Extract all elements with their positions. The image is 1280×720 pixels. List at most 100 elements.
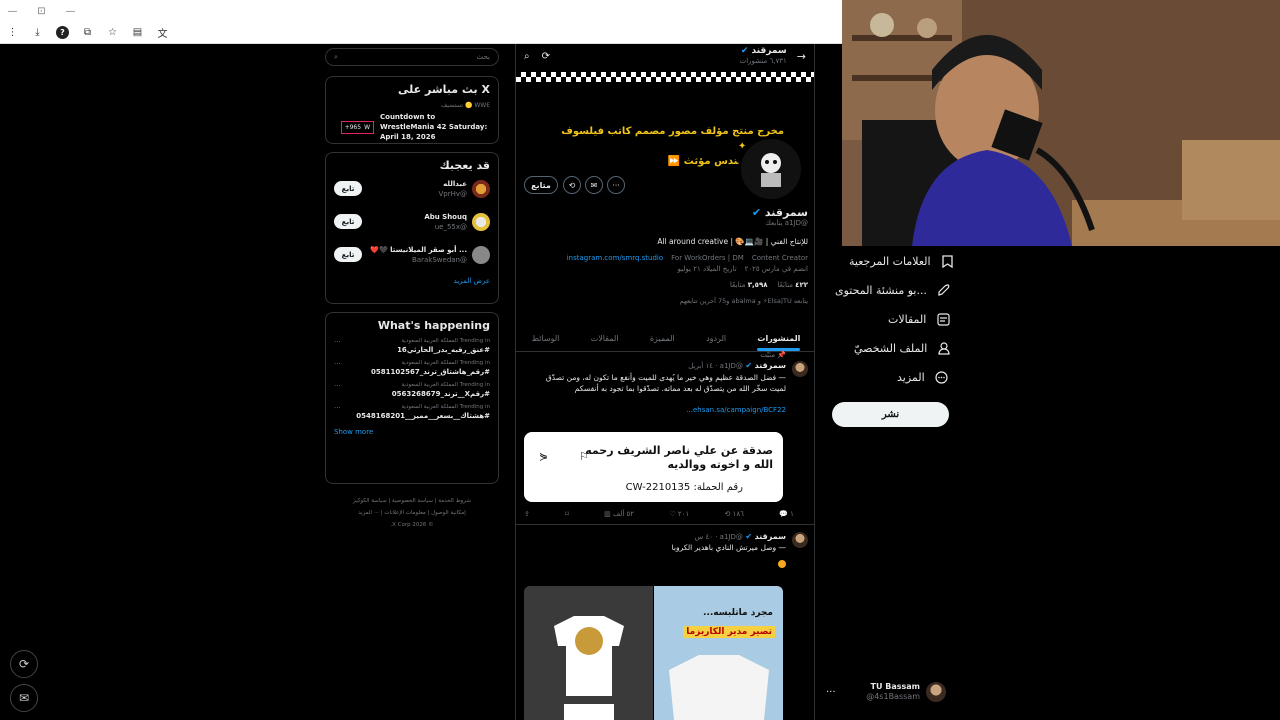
follow-button-2[interactable]: تابع (334, 214, 362, 229)
happening-title: What's happening (377, 319, 490, 332)
close-window-icon[interactable]: — (64, 5, 77, 18)
restore-icon[interactable]: ⊡ (35, 5, 48, 18)
following-button[interactable]: متابع (524, 176, 558, 194)
who-row-3[interactable]: ... أبو صقر الميلانيستا 🖤❤️ @BarakSwedan … (334, 238, 490, 271)
who-avatar-1 (472, 179, 490, 198)
account-more-icon[interactable]: ··· (826, 687, 836, 698)
nav-more-label: المزيد (897, 370, 925, 384)
profile-link[interactable]: instagram.com/smrq.studio (567, 254, 663, 262)
emoji-orange-circle (778, 560, 786, 568)
followed-by-text: يتابعه Elsa|TU⚡ و abalma و75 آخرين تتابع… (679, 297, 808, 305)
profile-avatar[interactable] (738, 136, 804, 202)
share-icon[interactable]: ⋞ (539, 450, 548, 463)
footer-line-2[interactable]: إمكانية الوصول | معلومات الإعلانات | ···… (325, 507, 499, 519)
who-title: قد يعجبك (439, 159, 490, 172)
follow-button-3[interactable]: تابع (334, 247, 362, 262)
follow-button-1[interactable]: تابع (334, 181, 362, 196)
wwe-icon: W (364, 123, 370, 131)
nav-bookmarks[interactable]: العلامات المرجعية (849, 254, 955, 268)
message-icon[interactable]: ✉ (585, 176, 603, 194)
tweet2-image-1[interactable] (524, 586, 653, 720)
messages-float-icon[interactable]: ✉ (10, 684, 38, 712)
search-icon[interactable]: ⌕ (524, 51, 530, 62)
views-action[interactable]: ▥ ٥٢ ألف (604, 510, 634, 518)
pinned-label: مثبَّت (760, 351, 776, 359)
tab-articles[interactable]: المقالات (591, 326, 619, 351)
tab-media[interactable]: الوسائط (532, 326, 560, 351)
tweet2-image-2[interactable]: مجرد ماتلبسه... تصير مدير الكاريزما (654, 586, 783, 720)
tab-posts-label: المنشورات (757, 334, 801, 343)
nav-more[interactable]: المزيد (897, 370, 949, 384)
translate-icon[interactable]: 文 (156, 26, 169, 40)
grok-icon[interactable]: ⟳ (542, 51, 550, 62)
tab-highlights[interactable]: المميزة (650, 326, 675, 351)
profile-handle: @a1JD يتابعك (765, 219, 808, 227)
tweet-second[interactable]: سمرقند ✔ @a1JD · ٤٠ س — وصل ميرتش النادي… (516, 532, 814, 568)
tweet-pinned[interactable]: 📌 مثبَّت سمرقند ✔ @a1JD · ١٤ أبريل — فضل… (516, 351, 814, 414)
more-options-icon[interactable]: ··· (607, 176, 625, 194)
help-icon[interactable]: ? (56, 26, 69, 39)
live-panel: X بث مباشر على WWE 🟡 تستضيف Countdown to… (325, 76, 499, 144)
tab-replies[interactable]: الردود (706, 326, 726, 351)
star-icon[interactable]: ☆ (106, 26, 119, 39)
tweet-avatar[interactable] (792, 361, 808, 377)
trend-2[interactable]: Trending in المملكة العربية السعودية ··· … (334, 360, 490, 376)
trend-2-name: #رقم_هاشتاق_ترند_0581102567 (371, 368, 490, 376)
extensions-icon[interactable]: ⧉ (81, 26, 94, 39)
account-switcher[interactable]: ··· TU Bassam @4s1Bassam (826, 680, 946, 704)
download-icon[interactable]: ⤓ (31, 26, 44, 39)
reply-action[interactable]: 💬 ١ (779, 510, 794, 518)
flag-icon[interactable]: ⚐ (579, 450, 589, 463)
reader-icon[interactable]: ▤ (131, 26, 144, 39)
webcam-overlay (842, 0, 1280, 246)
tab-posts[interactable]: المنشورات (757, 326, 800, 351)
following-count: ٤٢٢ (795, 281, 808, 289)
post-button[interactable]: نشر (832, 402, 949, 427)
who-row-1[interactable]: عبدالله @VprHv تابع (334, 172, 490, 205)
following-stat[interactable]: ٤٢٢ متابَعًا (777, 281, 808, 289)
who-show-more[interactable]: عرض المزيد (334, 277, 490, 285)
nav-creator-studio[interactable]: ...بو منشئة المحتوى (835, 283, 951, 297)
tweet1-name: سمرقند (754, 361, 786, 370)
show-more-trends[interactable]: Show more (334, 428, 490, 436)
like-action[interactable]: ♡ ٢٠١ (669, 510, 689, 518)
tweet1-link[interactable]: ehsan.sa/campaign/BCF22... (524, 406, 786, 414)
followers-count: ٣,٥٩٨ (747, 281, 768, 289)
search-placeholder: بحث (476, 53, 490, 61)
trend-3-more-icon[interactable]: ··· (334, 382, 341, 390)
who-to-follow-panel: قد يعجبك عبدالله @VprHv تابع Abu Shouq @ue… (325, 152, 499, 304)
account-handle: @4s1Bassam (866, 692, 920, 701)
live-event[interactable]: Countdown to WrestleMania 42 Saturday: A… (334, 112, 490, 142)
who-handle-1: @VprHv (438, 189, 467, 198)
back-arrow-icon[interactable]: → (797, 50, 806, 63)
nav-profile-label: الملف الشخصيّ (854, 341, 928, 355)
trend-3[interactable]: Trending in المملكة العربية السعودية ··· … (334, 382, 490, 398)
nav-profile[interactable]: الملف الشخصيّ (854, 341, 951, 355)
followers-stat[interactable]: ٣,٥٩٨ متابعًا (730, 281, 767, 289)
bookmark-action[interactable]: ⌑ (565, 510, 569, 518)
grok-float-icon[interactable]: ⟳ (10, 650, 38, 678)
following-label: متابَعًا (777, 281, 793, 289)
menu-dots-icon[interactable]: ⋮ (6, 26, 19, 39)
who-row-2[interactable]: Abu Shouq @ue_55x تابع (334, 205, 490, 238)
trend-1[interactable]: Trending in المملكة العربية السعودية ··· … (334, 338, 490, 354)
live-event-title: Countdown to WrestleMania 42 Saturday: A… (380, 113, 488, 141)
nav-articles[interactable]: المقالات (888, 312, 950, 326)
minimize-icon[interactable]: — (6, 5, 19, 18)
rocket-icon (937, 283, 951, 297)
campaign-card[interactable]: صدقة عن علي ناصر الشريف رحمه الله و اخوت… (524, 432, 783, 502)
notifications-icon[interactable]: ⟲ (563, 176, 581, 194)
tweet2-avatar[interactable] (792, 532, 808, 548)
nav-bookmarks-label: العلامات المرجعية (849, 254, 931, 268)
trend-1-more-icon[interactable]: ··· (334, 338, 341, 346)
pin-icon: 📌 (777, 351, 786, 359)
trend-4-more-icon[interactable]: ··· (334, 404, 341, 412)
share-action[interactable]: ⇪ (524, 510, 530, 518)
tweet2-name: سمرقند (754, 532, 786, 541)
trend-2-more-icon[interactable]: ··· (334, 360, 341, 368)
search-input[interactable]: بحث ⌕ (325, 48, 499, 66)
footer-line-1[interactable]: شروط الخدمة | سياسة الخصوصية | سياسة الك… (325, 495, 499, 507)
retweet-action[interactable]: ⟲ ١٨٦ (725, 510, 744, 518)
trend-2-context: Trending in المملكة العربية السعودية (401, 360, 490, 366)
trend-4[interactable]: Trending in المملكة العربية السعودية ··· … (334, 404, 490, 420)
